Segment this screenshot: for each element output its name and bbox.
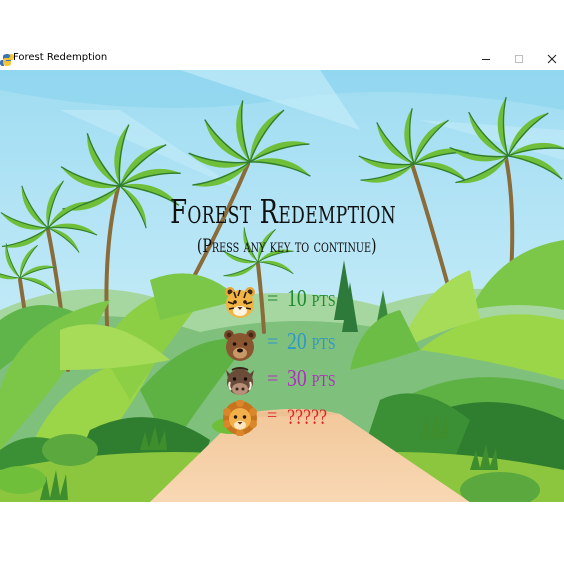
lion-points: ?????	[287, 404, 328, 429]
continue-prompt: (Press any key to continue)	[196, 235, 377, 257]
python-app-icon	[0, 52, 14, 66]
window-title-bar: Forest Redemption	[0, 49, 564, 70]
window-title: Forest Redemption	[13, 52, 108, 63]
equals-sign: =	[267, 368, 279, 390]
tiger-points: 10 pts	[287, 286, 336, 312]
bear-icon	[224, 330, 256, 361]
jungle-background	[0, 70, 564, 502]
equals-sign: =	[267, 288, 279, 310]
game-title: Forest Redemption	[170, 192, 396, 231]
maximize-button[interactable]	[503, 49, 535, 70]
close-icon	[547, 54, 557, 64]
minimize-button[interactable]	[470, 49, 502, 70]
equals-sign: =	[267, 331, 279, 353]
boar-icon	[226, 367, 254, 395]
boar-points: 30 pts	[287, 366, 336, 392]
tiger-icon	[225, 287, 255, 318]
lion-icon	[223, 400, 257, 436]
bear-points: 20 pts	[287, 329, 336, 355]
close-button[interactable]	[536, 49, 564, 70]
equals-sign: =	[267, 405, 278, 425]
maximize-icon	[515, 55, 523, 63]
game-canvas[interactable]: Forest Redemption (Press any key to cont…	[0, 70, 564, 502]
minimize-icon	[482, 59, 490, 60]
